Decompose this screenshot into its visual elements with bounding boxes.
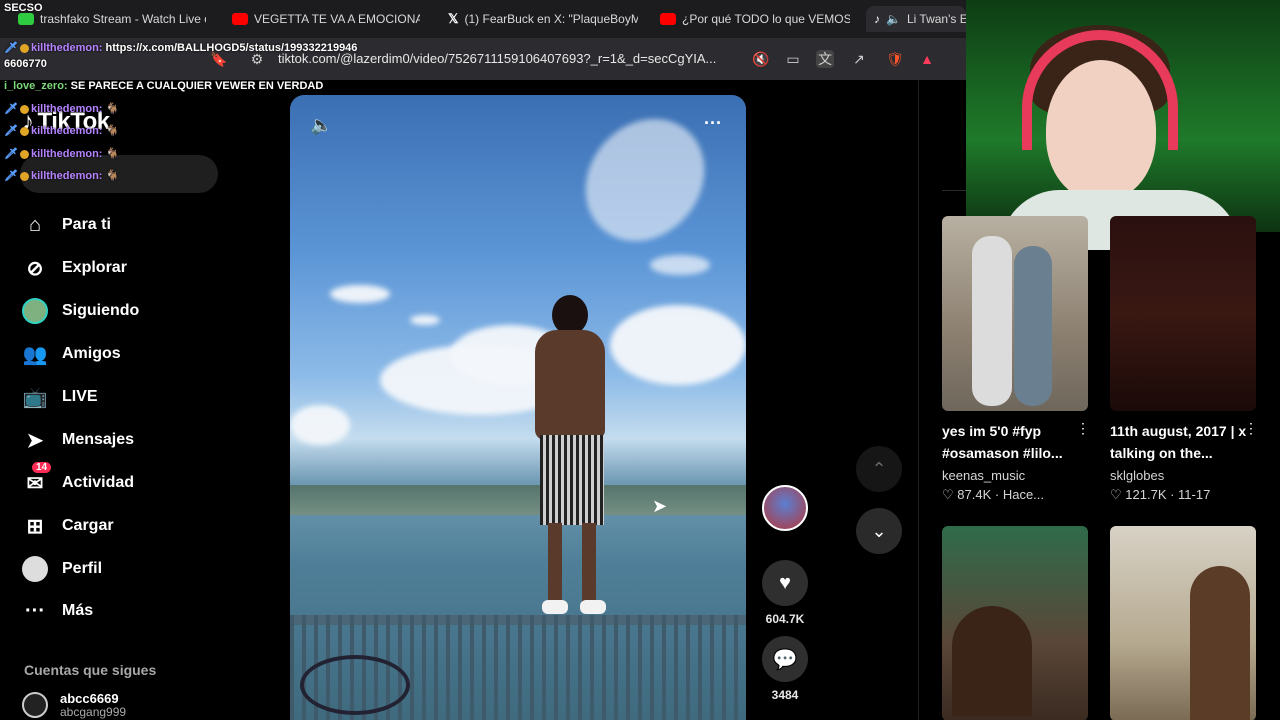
x-icon: 𝕏 [448, 11, 459, 26]
rewards-triangle-icon[interactable]: ▲ [918, 50, 936, 68]
live-icon: 📺 [22, 386, 48, 409]
like-button[interactable]: ♥ 604.7K [762, 560, 808, 626]
mouse-cursor-icon: ➤ [652, 496, 668, 516]
inbox-icon: ✉ 14 [22, 462, 52, 496]
chevron-down-icon: ⌄ [871, 520, 887, 541]
like-count: 604.7K [765, 612, 805, 626]
chat-line: 6606770 [4, 58, 47, 70]
recommendation-stats: ♡ 87.4K · Hace... [942, 487, 1045, 502]
sidebar-item-mensajes[interactable]: ➤ Mensajes [22, 425, 134, 455]
tab-title: VEGETTA TE VA A EMOCIONAR [254, 12, 420, 26]
creator-avatar[interactable] [762, 485, 808, 531]
volume-icon[interactable]: 🔈 [310, 115, 332, 136]
divider [942, 190, 966, 191]
tab-title: Li Twan's E [906, 12, 966, 26]
brave-shield-icon[interactable]: 🛡 [886, 50, 904, 68]
recommendation-thumbnail[interactable] [942, 216, 1088, 411]
sidebar-item-para-ti[interactable]: ⌂ Para ti [22, 210, 111, 240]
heart-outline-icon: ♡ [1110, 487, 1122, 502]
comment-button[interactable]: 💬 3484 [762, 636, 808, 702]
more-options-icon[interactable]: ⋮ [1076, 420, 1090, 437]
mute-icon[interactable]: 🔇 [752, 50, 770, 68]
tab-title: trashfako Stream - Watch Live o [40, 12, 206, 26]
tab-title: (1) FearBuck en X: "PlaqueBoyM [464, 12, 638, 26]
recommendation-thumbnail[interactable] [1110, 216, 1256, 411]
chat-line: i_love_zero: SE PARECE A CUALQUIER VEWER… [4, 80, 324, 92]
recommendation-author[interactable]: keenas_music [942, 468, 1025, 483]
chat-line: 🗡 killthedemon: 🐐 [4, 148, 120, 160]
following-avatar-icon [22, 298, 48, 324]
sidebar-item-explorar[interactable]: ⊘ Explorar [22, 253, 127, 283]
divider [918, 80, 919, 720]
next-video-button[interactable]: ⌄ [856, 508, 902, 554]
sidebar-item-live[interactable]: 📺 LIVE [22, 382, 98, 412]
translate-icon[interactable]: 文 [816, 50, 834, 68]
sidebar-item-perfil[interactable]: Perfil [22, 554, 102, 584]
avatar [22, 692, 48, 718]
chat-line: 🗡 killthedemon: 🐐 [4, 103, 120, 115]
recommendation-stats: ♡ 121.7K · 11-17 [1110, 487, 1211, 502]
chat-header: SECSO [4, 2, 43, 14]
sidebar-item-amigos[interactable]: 👥 Amigos [22, 339, 121, 369]
more-icon: ··· [25, 599, 45, 622]
cast-icon[interactable]: ▭ [784, 50, 802, 68]
more-options-icon[interactable]: ⋮ [1244, 420, 1258, 437]
following-account[interactable]: abcc6669 abcgang999 [22, 692, 126, 718]
tab-youtube-vemos[interactable]: ¿Por qué TODO lo que VEMOS e [660, 6, 850, 32]
recommendation-caption[interactable]: 11th august, 2017 | x talking on the... [1110, 420, 1256, 464]
following-handle: abcgang999 [60, 705, 127, 719]
heart-icon: ♥ [762, 560, 808, 606]
heart-outline-icon: ♡ [942, 487, 954, 502]
browser-tab-strip: trashfako Stream - Watch Live o VEGETTA … [0, 0, 966, 38]
chat-line: 🗡 killthedemon: 🐐 [4, 125, 120, 137]
speaker-icon: 🔈 [886, 12, 901, 26]
recommendation-thumbnail[interactable] [1110, 526, 1256, 720]
send-icon: ➤ [26, 429, 44, 452]
following-section-title: Cuentas que sigues [24, 662, 157, 678]
sidebar-item-actividad[interactable]: ✉ 14 Actividad [22, 462, 134, 498]
youtube-icon [232, 13, 248, 25]
notification-badge: 14 [32, 462, 52, 473]
tab-x-fearbuck[interactable]: 𝕏 (1) FearBuck en X: "PlaqueBoyM [448, 6, 638, 32]
sidebar-item-siguiendo[interactable]: Siguiendo [22, 296, 139, 326]
more-options-icon[interactable]: ··· [704, 113, 722, 134]
chat-line: 🗡 killthedemon: 🐐 [4, 170, 120, 182]
twitch-icon [18, 13, 34, 25]
share-icon[interactable]: ↗ [850, 50, 868, 68]
recommendation-caption[interactable]: yes im 5'0 #fyp #osamason #lilo... [942, 420, 1088, 464]
tab-tiktok[interactable]: ♪ 🔈 Li Twan's E [866, 6, 966, 32]
tab-title: ¿Por qué TODO lo que VEMOS e [682, 12, 850, 26]
friends-icon: 👥 [22, 343, 48, 366]
tab-youtube-vegetta[interactable]: VEGETTA TE VA A EMOCIONAR [232, 6, 420, 32]
comment-icon: 💬 [762, 636, 808, 682]
home-icon: ⌂ [28, 213, 42, 236]
tiktok-icon: ♪ [874, 12, 880, 26]
video-player[interactable]: 🔈 ··· [290, 95, 746, 720]
tab-twitch[interactable]: trashfako Stream - Watch Live o [18, 6, 206, 32]
recommendation-thumbnail[interactable] [942, 526, 1088, 720]
plus-square-icon: ⊞ [26, 515, 44, 538]
following-name: abcc6669 [60, 691, 119, 706]
previous-video-button[interactable]: ⌃ [856, 446, 902, 492]
comment-count: 3484 [771, 688, 799, 702]
compass-icon: ⊘ [26, 257, 44, 280]
recommendation-author[interactable]: sklglobes [1110, 468, 1164, 483]
chat-line: 🗡 killthedemon: https://x.com/BALLHOGD5/s… [4, 42, 358, 54]
profile-avatar-icon [22, 556, 48, 582]
sidebar-item-cargar[interactable]: ⊞ Cargar [22, 511, 114, 541]
youtube-icon [660, 13, 676, 25]
sidebar-item-mas[interactable]: ··· Más [22, 596, 93, 626]
chevron-up-icon: ⌃ [871, 458, 887, 479]
